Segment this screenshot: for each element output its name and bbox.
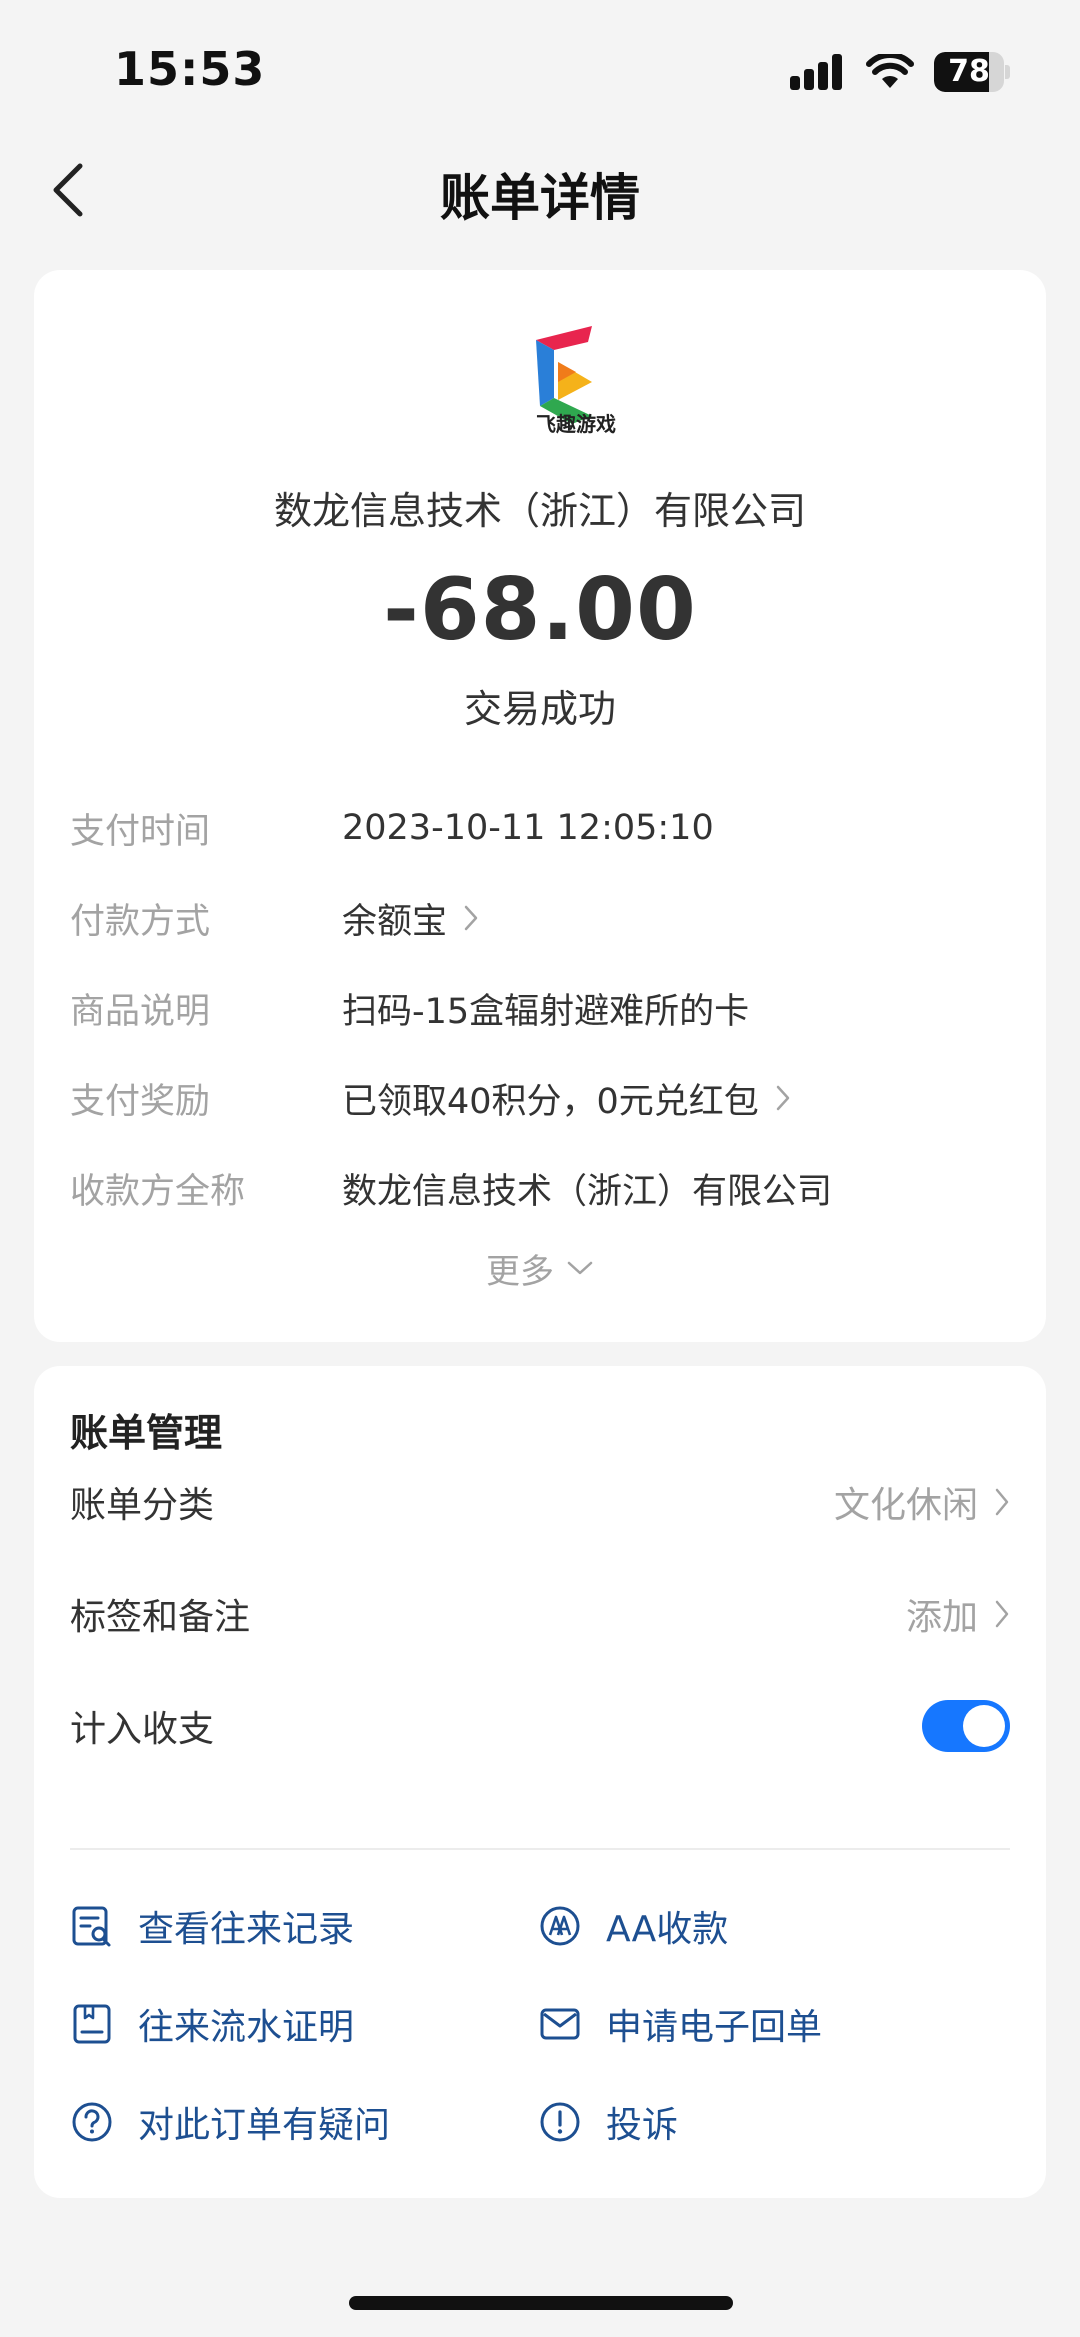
detail-label: 支付时间 [70, 811, 211, 852]
bill-category-value: 文化休闲 [833, 1485, 978, 1526]
detail-value: 数龙信息技术（浙江）有限公司 [342, 1171, 833, 1212]
section-title: 账单管理 [70, 1411, 223, 1455]
tags-notes-label: 标签和备注 [70, 1597, 251, 1638]
tags-notes-row[interactable]: 标签和备注 添加 [70, 1574, 1010, 1654]
detail-value: 2023-10-11 12:05:10 [342, 808, 714, 848]
include-in-stats-toggle[interactable] [922, 1700, 1010, 1752]
detail-label: 支付奖励 [70, 1081, 211, 1122]
chevron-right-icon [995, 1488, 1009, 1516]
transaction-amount: -68.00 [383, 560, 697, 660]
wifi-icon [866, 54, 914, 88]
question-icon [72, 2102, 112, 2142]
divider [70, 1848, 1010, 1850]
e-receipt-button[interactable]: 申请电子回单 [538, 1989, 822, 2059]
transaction-card: 飞趣游戏 数龙信息技术（浙江）有限公司 -68.00 交易成功 支付时间 202… [34, 270, 1046, 1342]
include-in-stats-row: 计入收支 [70, 1686, 1010, 1766]
detail-row-payee: 收款方全称 数龙信息技术（浙江）有限公司 [70, 1158, 1010, 1218]
merchant-name: 数龙信息技术（浙江）有限公司 [273, 489, 806, 533]
more-button[interactable]: 更多 [34, 1240, 1046, 1296]
view-records-button[interactable]: 查看往来记录 [70, 1891, 354, 1961]
home-indicator[interactable] [349, 2296, 733, 2310]
detail-value[interactable]: 余额宝 [342, 893, 479, 944]
bill-management-card: 账单管理 账单分类 文化休闲 标签和备注 添加 计入收支 查看往来记录 AA收款… [34, 1366, 1046, 2198]
status-time: 15:53 [114, 42, 266, 96]
chevron-down-icon [567, 1261, 593, 1275]
battery-level: 78 [948, 54, 990, 89]
include-in-stats-label: 计入收支 [70, 1709, 215, 1750]
merchant-logo [536, 326, 592, 424]
status-icons: 78 [790, 50, 1010, 94]
chevron-right-icon [464, 905, 478, 931]
detail-row-payment-method[interactable]: 付款方式 余额宝 [70, 888, 1010, 948]
status-bar: 15:53 78 [0, 0, 1080, 140]
aa-collect-label: AA收款 [606, 1909, 729, 1950]
mail-icon [540, 2008, 580, 2040]
more-label: 更多 [486, 1251, 554, 1292]
statement-icon [73, 2004, 111, 2044]
detail-row-product: 商品说明 扫码-15盒辐射避难所的卡 [70, 978, 1010, 1038]
aa-collect-button[interactable]: AA收款 [538, 1891, 728, 1961]
page-title: 账单详情 [440, 169, 640, 227]
order-question-button[interactable]: 对此订单有疑问 [70, 2087, 390, 2157]
complaint-button[interactable]: 投诉 [538, 2087, 678, 2157]
detail-label: 收款方全称 [70, 1171, 246, 1212]
detail-value[interactable]: 已领取40积分，0元兑红包 [342, 1073, 791, 1124]
detail-label: 商品说明 [70, 991, 211, 1032]
toggle-knob [963, 1705, 1005, 1747]
nav-bar: 账单详情 [0, 140, 1080, 240]
chevron-right-icon [776, 1085, 790, 1111]
statement-proof-label: 往来流水证明 [138, 2007, 355, 2048]
complaint-label: 投诉 [606, 2105, 679, 2146]
view-records-label: 查看往来记录 [138, 1909, 355, 1950]
detail-label: 付款方式 [70, 901, 211, 942]
transaction-status: 交易成功 [463, 687, 616, 731]
order-question-label: 对此订单有疑问 [138, 2105, 391, 2146]
records-icon [72, 1906, 111, 1947]
aa-icon [540, 1906, 580, 1946]
detail-row-reward[interactable]: 支付奖励 已领取40积分，0元兑红包 [70, 1068, 1010, 1128]
detail-row-pay-time: 支付时间 2023-10-11 12:05:10 [70, 798, 1010, 858]
tags-notes-value: 添加 [905, 1597, 978, 1638]
signal-icon [790, 54, 842, 90]
bill-category-label: 账单分类 [70, 1485, 215, 1526]
chevron-right-icon [995, 1600, 1009, 1628]
e-receipt-label: 申请电子回单 [606, 2007, 823, 2048]
detail-value: 扫码-15盒辐射避难所的卡 [342, 991, 750, 1032]
battery-indicator: 78 [934, 52, 1010, 92]
bill-category-row[interactable]: 账单分类 文化休闲 [70, 1462, 1010, 1542]
statement-proof-button[interactable]: 往来流水证明 [70, 1989, 354, 2059]
merchant-logo-caption: 飞趣游戏 [536, 412, 616, 436]
exclamation-icon [540, 2102, 580, 2142]
